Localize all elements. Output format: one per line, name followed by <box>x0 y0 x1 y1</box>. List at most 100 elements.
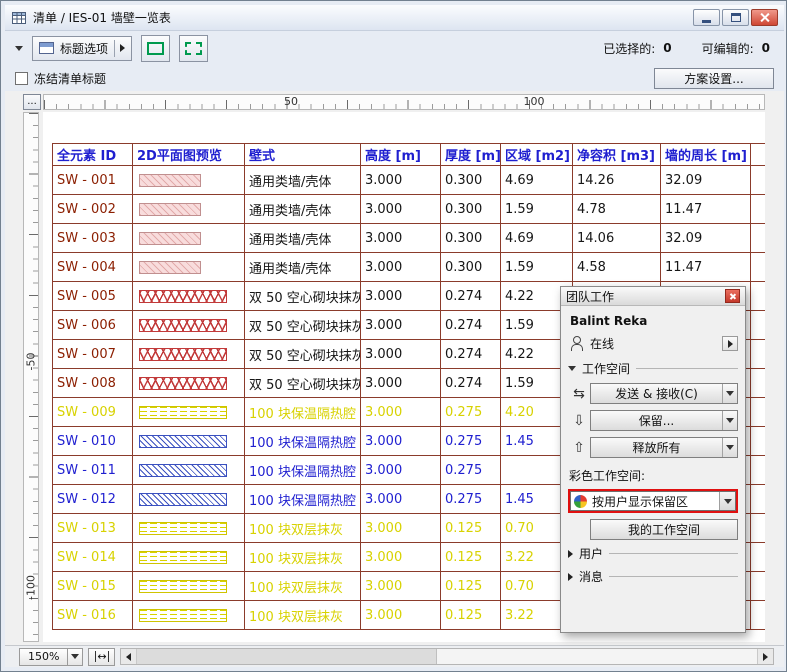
cell-area: 4.69 <box>501 166 573 195</box>
title-options-button[interactable]: 标题选项 <box>32 36 132 61</box>
scroll-left-button[interactable] <box>121 649 137 664</box>
status-flyout-button[interactable] <box>722 336 738 351</box>
my-workspace-button[interactable]: 我的工作空间 <box>590 519 738 540</box>
table-row[interactable]: SW - 003 通用类墙/壳体 3.000 0.300 4.69 14.06 … <box>53 224 766 253</box>
ruler-mark-50: 50 <box>284 95 298 108</box>
colored-workspace-select[interactable]: 按用户显示保留区 <box>570 491 736 511</box>
reserve-button[interactable]: 保留... <box>590 410 738 431</box>
cell-height: 3.000 <box>361 166 441 195</box>
freeze-header-label: 冻结清单标题 <box>34 70 106 87</box>
table-row[interactable]: SW - 002 通用类墙/壳体 3.000 0.300 1.59 4.78 1… <box>53 195 766 224</box>
cell-extra <box>751 340 766 369</box>
cell-perimeter: 11.47 <box>661 195 751 224</box>
scroll-right-icon <box>763 653 768 661</box>
scroll-right-button[interactable] <box>757 649 773 664</box>
header-perimeter[interactable]: 墙的周长 [m] <box>661 144 751 166</box>
vertical-ruler[interactable]: -50 -100 <box>23 112 39 642</box>
cell-wall-type: 通用类墙/壳体 <box>245 195 361 224</box>
reserve-dropdown[interactable] <box>722 411 737 430</box>
colored-workspace-highlight: 按用户显示保留区 <box>568 489 738 513</box>
release-all-row: ⇧ 释放所有 <box>568 437 738 458</box>
ruler-options-button[interactable]: ... <box>23 94 41 110</box>
table-row[interactable]: SW - 004 通用类墙/壳体 3.000 0.300 1.59 4.58 1… <box>53 253 766 282</box>
fit-width-button[interactable]: ↔ <box>88 648 115 666</box>
horizontal-ruler[interactable]: 50 100 <box>43 94 765 110</box>
header-net-volume[interactable]: 净容积 [m3] <box>573 144 661 166</box>
cell-preview <box>133 166 245 195</box>
cell-thickness: 0.274 <box>441 282 501 311</box>
section-expanded-icon <box>568 366 576 371</box>
cell-net-volume: 4.78 <box>573 195 661 224</box>
preview-swatch <box>139 377 227 390</box>
minimize-button[interactable] <box>693 9 720 26</box>
cell-perimeter: 32.09 <box>661 166 751 195</box>
marquee-dashed-icon <box>185 42 202 55</box>
maximize-button[interactable] <box>722 9 749 26</box>
send-receive-row: ⇆ 发送 & 接收(C) <box>568 383 738 404</box>
zoom-dropdown-arrow[interactable] <box>67 649 82 665</box>
header-wall-type[interactable]: 壁式 <box>245 144 361 166</box>
header-extra <box>751 144 766 166</box>
teamwork-close-button[interactable] <box>725 289 740 303</box>
cell-extra <box>751 514 766 543</box>
cell-height: 3.000 <box>361 601 441 630</box>
preview-swatch <box>139 174 201 187</box>
title-options-flyout[interactable] <box>114 40 125 57</box>
title-bar[interactable]: 清单 / IES-01 墙壁一览表 <box>5 5 784 31</box>
teamwork-user-name: Balint Reka <box>570 314 738 328</box>
cell-wall-type: 双 50 空心砌块抹灰 <box>245 340 361 369</box>
scrollbar-thumb[interactable] <box>137 649 437 664</box>
send-receive-dropdown[interactable] <box>722 384 737 403</box>
cell-height: 3.000 <box>361 195 441 224</box>
cell-preview <box>133 369 245 398</box>
freeze-header-checkbox[interactable] <box>15 72 28 85</box>
cell-extra <box>751 572 766 601</box>
header-element-id[interactable]: 全元素 ID <box>53 144 133 166</box>
teamwork-title-bar[interactable]: 团队工作 <box>561 287 745 306</box>
cell-thickness: 0.125 <box>441 514 501 543</box>
section-messages[interactable]: 消息 <box>568 568 738 585</box>
preview-swatch <box>139 232 201 245</box>
header-height[interactable]: 高度 [m] <box>361 144 441 166</box>
send-receive-button[interactable]: 发送 & 接收(C) <box>590 383 738 404</box>
cell-height: 3.000 <box>361 369 441 398</box>
cell-element-id: SW - 007 <box>53 340 133 369</box>
close-button[interactable] <box>751 9 778 26</box>
ruler-mark-100: 100 <box>524 95 545 108</box>
preview-swatch <box>139 435 227 448</box>
preview-swatch <box>139 580 227 593</box>
cell-wall-type: 双 50 空心砌块抹灰 <box>245 369 361 398</box>
cell-height: 3.000 <box>361 253 441 282</box>
horizontal-scrollbar[interactable] <box>120 648 774 665</box>
cell-preview <box>133 572 245 601</box>
release-all-button[interactable]: 释放所有 <box>590 437 738 458</box>
cell-height: 3.000 <box>361 282 441 311</box>
zoom-control[interactable]: 150% <box>19 648 83 666</box>
header-2d-preview[interactable]: 2D平面图预览 <box>133 144 245 166</box>
header-area[interactable]: 区域 [m2] <box>501 144 573 166</box>
section-users[interactable]: 用户 <box>568 545 738 562</box>
toolbar: 标题选项 已选择的:0 可编辑的:0 <box>5 31 784 65</box>
preview-swatch <box>139 203 201 216</box>
cell-extra <box>751 195 766 224</box>
section-workspace[interactable]: 工作空间 <box>568 360 738 377</box>
cell-wall-type: 双 50 空心砌块抹灰 <box>245 282 361 311</box>
reserve-icon: ⇩ <box>568 413 590 429</box>
release-all-dropdown[interactable] <box>722 438 737 457</box>
section-collapsed-icon <box>568 573 573 581</box>
cell-thickness: 0.300 <box>441 224 501 253</box>
header-thickness[interactable]: 厚度 [m] <box>441 144 501 166</box>
cell-area: 1.59 <box>501 253 573 282</box>
toolbar-options-arrow-icon[interactable] <box>15 46 23 51</box>
cell-thickness: 0.274 <box>441 369 501 398</box>
preview-swatch <box>139 319 227 332</box>
table-row[interactable]: SW - 001 通用类墙/壳体 3.000 0.300 4.69 14.26 … <box>53 166 766 195</box>
scheme-settings-button[interactable]: 方案设置... <box>654 68 774 89</box>
cell-preview <box>133 195 245 224</box>
show-selection-button[interactable] <box>179 35 208 62</box>
cell-preview <box>133 427 245 456</box>
select-elements-button[interactable] <box>141 35 170 62</box>
selected-count: 0 <box>663 41 671 55</box>
cell-perimeter: 32.09 <box>661 224 751 253</box>
combo-dropdown-arrow[interactable] <box>719 492 735 510</box>
